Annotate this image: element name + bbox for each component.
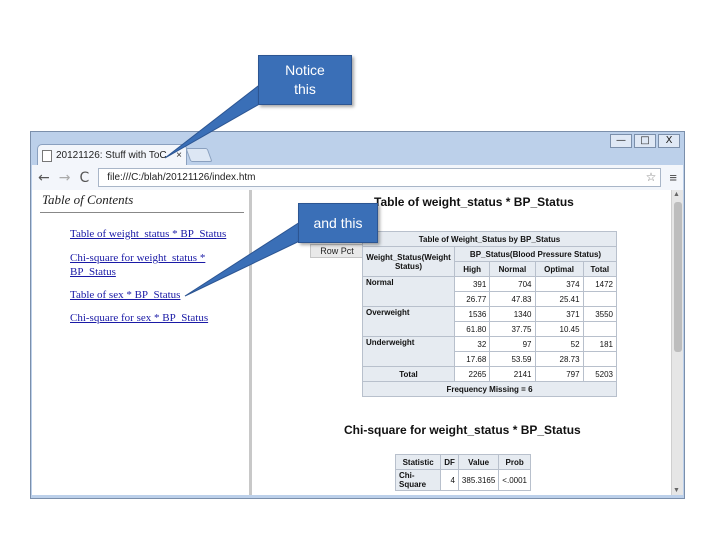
scroll-down-arrow-icon[interactable]: ▼ xyxy=(673,487,680,494)
pct-cell xyxy=(582,321,618,337)
chisq-df: 4 xyxy=(440,469,459,491)
maximize-button[interactable]: □ xyxy=(634,134,656,148)
count-cell: 704 xyxy=(489,276,536,292)
column-variable-header: BP_Status(Blood Pressure Status) xyxy=(454,246,617,262)
column-header: Optimal xyxy=(534,261,584,277)
browser-toolbar: ← → C file:///C:/blah/20121126/index.htm… xyxy=(32,165,683,190)
bookmark-star-icon[interactable]: ☆ xyxy=(646,169,661,186)
back-arrow-icon[interactable]: ← xyxy=(38,170,50,186)
pct-cell: 28.73 xyxy=(534,351,584,367)
freq-table-caption: Table of Weight_Status by BP_Status xyxy=(362,231,617,247)
toc-frame: Table of Contents Table of weight_status… xyxy=(32,190,252,495)
page-icon xyxy=(42,149,52,162)
callout-notice-this: Notice this xyxy=(258,55,352,105)
address-bar[interactable]: file:///C:/blah/20121126/index.htm ☆ xyxy=(98,168,662,187)
chisq-value: 385.3165 xyxy=(457,469,500,491)
pct-cell: 61.80 xyxy=(453,321,491,337)
total-cell: 2265 xyxy=(453,366,491,382)
vertical-scrollbar[interactable]: ▲ ▼ xyxy=(671,190,683,495)
pct-cell: 17.68 xyxy=(453,351,491,367)
chisq-header: Value xyxy=(457,454,500,470)
toc-link-sex-table[interactable]: Table of sex * BP_Status xyxy=(70,288,245,302)
forward-arrow-icon[interactable]: → xyxy=(59,170,71,186)
pct-cell xyxy=(582,291,618,307)
column-header: Normal xyxy=(489,261,536,277)
minimize-button[interactable]: — xyxy=(610,134,632,148)
window-controls: — □ X xyxy=(610,134,680,148)
count-cell: 391 xyxy=(453,276,491,292)
row-variable-header: Weight_Status(Weight Status) xyxy=(362,246,455,277)
reload-icon[interactable]: C xyxy=(79,170,89,186)
row-label: Overweight xyxy=(362,306,455,337)
total-cell: 797 xyxy=(534,366,584,382)
total-cell: 5203 xyxy=(582,366,618,382)
count-cell: 371 xyxy=(534,306,584,322)
table-row: Underweight 32 97 52 181 xyxy=(362,336,618,367)
total-cell: 181 xyxy=(582,336,618,352)
row-pct-button[interactable]: Row Pct xyxy=(310,244,364,258)
toc-link-sex-chisq[interactable]: Chi-square for sex * BP_Status xyxy=(70,311,245,325)
column-header: Total xyxy=(582,261,618,277)
chisq-header: Statistic xyxy=(394,454,442,470)
count-cell: 1536 xyxy=(453,306,491,322)
toc-title: Table of Contents xyxy=(42,192,134,207)
chisq-table: Statistic DF Value Prob Chi-Square 4 385… xyxy=(394,454,531,491)
pct-cell xyxy=(582,351,618,367)
pct-cell: 47.83 xyxy=(489,291,536,307)
column-header: High xyxy=(453,261,491,277)
total-cell: 3550 xyxy=(582,306,618,322)
toc-link-weight-table[interactable]: Table of weight_status * BP_Status xyxy=(70,227,245,241)
chisq-prob: <.0001 xyxy=(498,469,531,491)
table-row: Overweight 1536 1340 371 3550 xyxy=(362,306,618,337)
count-cell: 52 xyxy=(534,336,584,352)
new-tab-button[interactable] xyxy=(185,148,213,162)
count-cell: 374 xyxy=(534,276,584,292)
toc-divider xyxy=(40,212,244,213)
count-cell: 97 xyxy=(489,336,536,352)
total-cell: 2141 xyxy=(489,366,536,382)
pct-cell: 53.59 xyxy=(489,351,536,367)
address-url: file:///C:/blah/20121126/index.htm xyxy=(107,172,256,183)
total-label: Total xyxy=(362,366,455,382)
toc-link-weight-chisq[interactable]: Chi-square for weight_status * BP_Status xyxy=(70,251,220,279)
browser-tab[interactable]: 20121126: Stuff with ToC × xyxy=(37,144,187,166)
count-cell: 32 xyxy=(453,336,491,352)
row-label: Underweight xyxy=(362,336,455,367)
tab-close-icon[interactable]: × xyxy=(176,150,182,161)
freq-table-footer: Frequency Missing = 6 xyxy=(362,381,617,397)
table-row: Normal 391 704 374 1472 xyxy=(362,276,618,307)
pct-cell: 26.77 xyxy=(453,291,491,307)
chisq-stat-label: Chi-Square xyxy=(394,469,442,491)
menu-icon[interactable]: ≡ xyxy=(669,170,677,185)
chisq-heading: Chi-square for weight_status * BP_Status xyxy=(344,423,581,437)
callout-and-this: and this xyxy=(298,203,378,243)
count-cell: 1340 xyxy=(489,306,536,322)
table-row: Chi-Square 4 385.3165 <.0001 xyxy=(394,469,531,491)
pct-cell: 25.41 xyxy=(534,291,584,307)
close-window-button[interactable]: X xyxy=(658,134,680,148)
row-label: Normal xyxy=(362,276,455,307)
table-row-total: Total 2265 2141 797 5203 xyxy=(362,366,618,382)
chisq-header: Prob xyxy=(498,454,531,470)
table-heading: Table of weight_status * BP_Status xyxy=(374,195,574,209)
scroll-up-arrow-icon[interactable]: ▲ xyxy=(673,191,680,198)
total-cell: 1472 xyxy=(582,276,618,292)
tab-title: 20121126: Stuff with ToC xyxy=(56,150,167,161)
frequency-table: Table of Weight_Status by BP_Status Weig… xyxy=(362,231,618,397)
chisq-header: DF xyxy=(440,454,459,470)
scroll-thumb[interactable] xyxy=(674,202,682,352)
browser-window: — □ X 20121126: Stuff with ToC × ← → C f… xyxy=(30,131,685,499)
pct-cell: 10.45 xyxy=(534,321,584,337)
pct-cell: 37.75 xyxy=(489,321,536,337)
